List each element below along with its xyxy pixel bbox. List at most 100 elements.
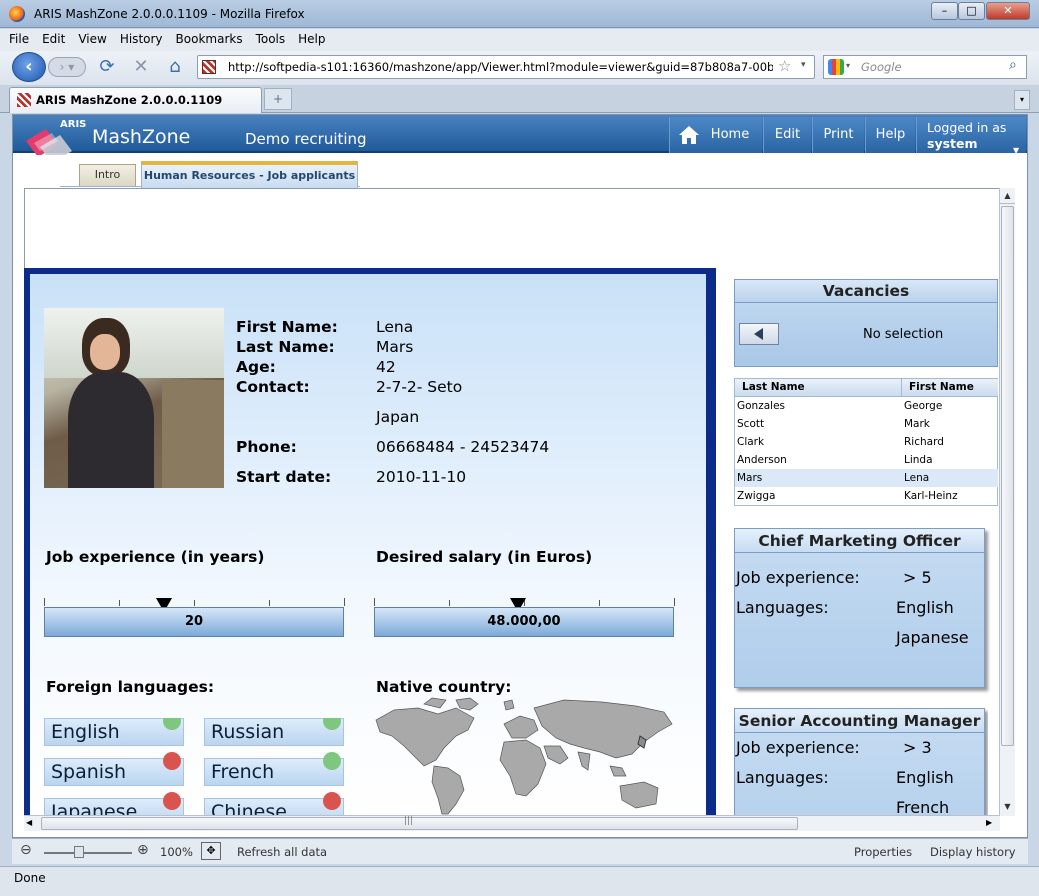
nav-print-label: Print: [823, 127, 854, 142]
languages-list: English Russian Spanish French Japanese …: [44, 718, 344, 816]
tab-intro[interactable]: Intro: [79, 164, 136, 186]
language-name: Russian: [211, 721, 285, 743]
back-button[interactable]: ‹: [12, 52, 46, 82]
cell-last-name: Zwigga: [737, 490, 776, 502]
first-name-label: First Name:: [236, 318, 338, 336]
nav-print-button[interactable]: Print: [812, 117, 864, 153]
zoom-out-icon[interactable]: ⊖: [20, 842, 32, 858]
search-icon[interactable]: ⌕: [1009, 57, 1017, 73]
last-name-label: Last Name:: [236, 338, 335, 356]
fit-to-screen-icon[interactable]: ✥: [201, 842, 221, 860]
menu-tools[interactable]: Tools: [247, 29, 290, 46]
start-date-label: Start date:: [236, 468, 332, 486]
language-name: Spanish: [51, 761, 127, 783]
table-row[interactable]: Gonzales George: [735, 397, 998, 415]
table-row[interactable]: Zwigga Karl-Heinz: [735, 487, 998, 505]
scroll-down-icon[interactable]: ▼: [1000, 799, 1015, 815]
properties-link[interactable]: Properties: [854, 845, 912, 859]
applicant-photo: [44, 308, 224, 488]
url-text[interactable]: http://softpedia-s101:16360/mashzone/app…: [228, 60, 773, 74]
vacancies-back-button[interactable]: [739, 323, 779, 345]
position-exp-value: > 3: [903, 738, 932, 757]
google-icon[interactable]: [828, 59, 844, 75]
display-history-link[interactable]: Display history: [930, 845, 1016, 859]
search-bar[interactable]: ▾ Google ⌕: [823, 55, 1027, 79]
user-menu[interactable]: Logged in as system ▼: [916, 117, 1026, 155]
cell-last-name: Anderson: [737, 454, 787, 466]
refresh-all-data-link[interactable]: Refresh all data: [237, 845, 327, 859]
stop-icon[interactable]: ✕: [130, 56, 152, 78]
contact-line2: Japan: [376, 408, 420, 426]
position-card[interactable]: Chief Marketing Officer Job experience: …: [734, 528, 985, 688]
nav-home-label: Home: [710, 127, 750, 142]
position-card-clip: Senior Accounting Manager Job experience…: [734, 708, 988, 816]
table-row[interactable]: Clark Richard: [735, 433, 998, 451]
status-red-icon: [323, 792, 341, 810]
zoom-slider-handle[interactable]: [74, 846, 84, 858]
reload-icon[interactable]: ⟳: [96, 56, 118, 78]
tab-human-resources[interactable]: Human Resources - Job applicants: [141, 161, 358, 188]
cell-first-name: Lena: [904, 472, 930, 484]
native-country-title: Native country:: [376, 678, 512, 696]
position-lang-1: English: [896, 598, 954, 617]
position-lang-label: Languages:: [736, 768, 829, 787]
menu-bookmarks[interactable]: Bookmarks: [167, 29, 247, 46]
menu-view[interactable]: View: [69, 29, 110, 46]
job-experience-scale: [44, 598, 345, 606]
browser-tab[interactable]: ARIS MashZone 2.0.0.0.1109: [9, 87, 262, 113]
status-green-icon: [323, 718, 341, 730]
menu-help[interactable]: Help: [289, 29, 329, 46]
contact-label: Contact:: [236, 378, 310, 396]
nav-help-button[interactable]: Help: [865, 117, 915, 153]
url-bar[interactable]: http://softpedia-s101:16360/mashzone/app…: [197, 55, 815, 79]
table-row[interactable]: Scott Mark: [735, 415, 998, 433]
logged-in-label: Logged in as: [927, 120, 1007, 135]
engine-dropdown-icon[interactable]: ▾: [846, 61, 850, 70]
site-favicon: [202, 60, 216, 74]
horizontal-scrollbar[interactable]: ◀ ||| ▶: [24, 815, 1000, 831]
language-item: Japanese: [44, 792, 184, 816]
maximize-button[interactable]: □: [958, 2, 985, 20]
home-icon: [679, 126, 699, 144]
nav-edit-button[interactable]: Edit: [763, 117, 811, 153]
minimize-button[interactable]: –: [931, 2, 958, 20]
table-row-selected[interactable]: Mars Lena: [735, 469, 998, 487]
scroll-left-icon[interactable]: ◀: [26, 818, 32, 827]
position-card[interactable]: Senior Accounting Manager Job experience…: [734, 708, 985, 816]
menu-edit[interactable]: Edit: [33, 29, 69, 46]
column-header-first-name[interactable]: First Name: [909, 381, 974, 393]
menu-history[interactable]: History: [111, 29, 167, 46]
language-name: English: [51, 721, 120, 743]
start-date-value: 2010-11-10: [376, 468, 467, 486]
scroll-right-icon[interactable]: ▶: [986, 818, 992, 827]
zoom-slider[interactable]: [44, 852, 132, 854]
applicants-table-header: Last Name First Name: [735, 379, 998, 397]
forward-button[interactable]: › ▾: [48, 57, 86, 77]
new-tab-button[interactable]: +: [264, 88, 292, 110]
tab-list-button[interactable]: ▾: [1014, 90, 1030, 110]
horizontal-scroll-thumb[interactable]: [41, 817, 798, 830]
position-title: Chief Marketing Officer: [758, 532, 961, 550]
cell-first-name: George: [904, 400, 943, 412]
bookmark-star-icon[interactable]: ☆: [778, 57, 791, 75]
vertical-scroll-thumb[interactable]: [1001, 206, 1014, 746]
zoom-in-icon[interactable]: ⊕: [137, 842, 149, 858]
tab-title[interactable]: ARIS MashZone 2.0.0.0.1109: [36, 93, 222, 107]
position-exp-value: > 5: [903, 568, 932, 587]
cell-last-name: Scott: [737, 418, 765, 430]
table-row[interactable]: Anderson Linda: [735, 451, 998, 469]
position-lang-label: Languages:: [736, 598, 829, 617]
home-icon[interactable]: ⌂: [164, 56, 186, 78]
menu-file[interactable]: File: [0, 29, 33, 46]
language-name: Japanese: [51, 801, 138, 816]
languages-title: Foreign languages:: [46, 678, 215, 696]
column-header-last-name[interactable]: Last Name: [742, 381, 805, 393]
scroll-up-icon[interactable]: ▲: [1000, 188, 1015, 204]
position-exp-label: Job experience:: [736, 738, 860, 757]
url-dropdown-icon[interactable]: ▾: [801, 60, 806, 70]
search-placeholder[interactable]: Google: [861, 60, 902, 74]
cell-last-name: Clark: [737, 436, 765, 448]
close-button[interactable]: ✕: [986, 2, 1030, 20]
contact-line1: 2-7-2- Seto: [376, 378, 463, 396]
vertical-scrollbar[interactable]: ▲ ▼: [999, 188, 1015, 816]
